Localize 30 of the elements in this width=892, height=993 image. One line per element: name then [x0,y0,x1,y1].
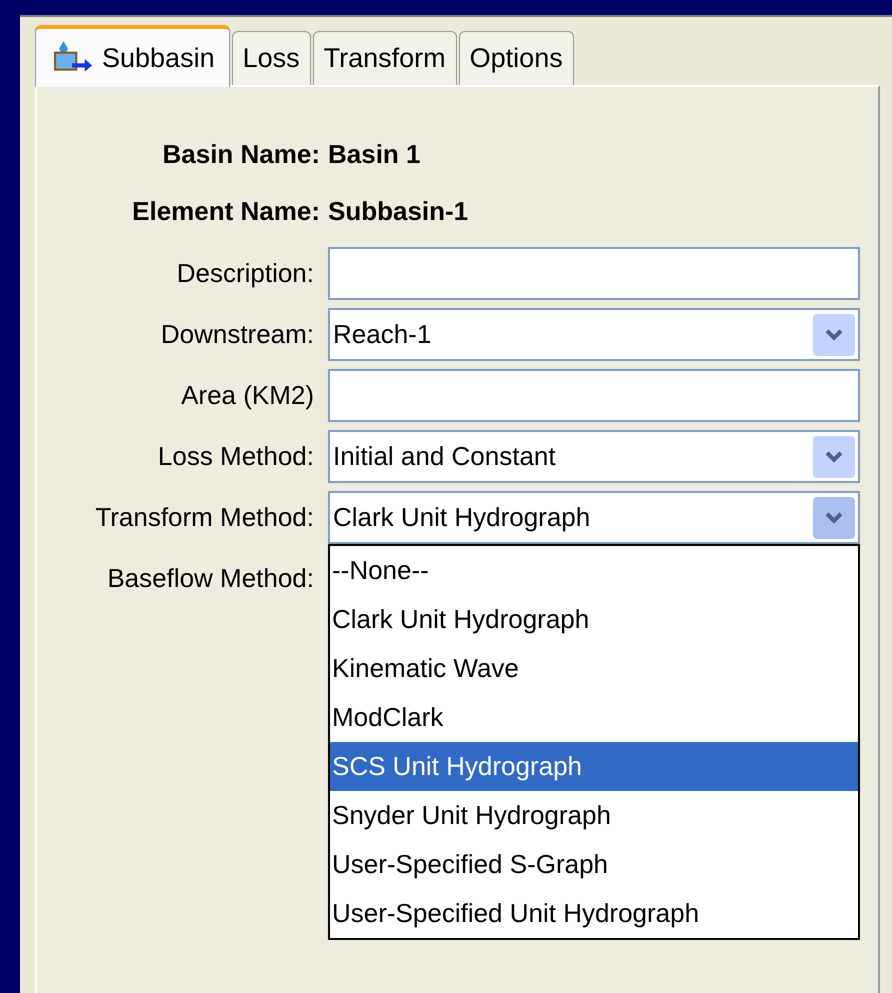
dropdown-option[interactable]: Kinematic Wave [330,644,858,693]
field-label: Downstream: [160,318,314,351]
field-label: Loss Method: [156,440,314,473]
caret-icon [813,436,855,478]
text-field[interactable] [328,247,860,300]
dropdown-option[interactable]: User-Specified S-Graph [330,840,858,889]
dropdown-option[interactable]: --None-- [330,546,858,595]
field-value: Subbasin-1 [328,195,468,228]
dropdown[interactable]: Reach-1 [328,308,860,361]
dropdown[interactable]: Initial and Constant [328,430,860,483]
field-label: Basin Name: [162,138,320,171]
field-label: Description: [176,257,314,290]
text-field[interactable] [328,369,860,422]
dropdown-option[interactable]: ModClark [330,693,858,742]
tab[interactable]: Loss [232,31,311,85]
dropdown-option[interactable]: User-Specified Unit Hydrograph [330,889,858,938]
dropdown-option[interactable]: Clark Unit Hydrograph [330,595,858,644]
tab[interactable]: Subbasin [35,25,230,87]
tab[interactable]: Transform [312,31,457,85]
dropdown-option[interactable]: Snyder Unit Hydrograph [330,791,858,840]
field-label: Baseflow Method: [106,562,314,595]
field-label: Element Name: [131,195,320,228]
tab[interactable]: Options [458,31,574,85]
field-value: Basin 1 [328,138,420,171]
dropdown[interactable]: Clark Unit Hydrograph [328,491,860,544]
caret-icon [813,496,855,538]
dropdown-option[interactable]: SCS Unit Hydrograph [330,742,858,791]
field-label: Area (KM2) [180,379,314,412]
caret-icon [813,314,855,356]
field-label: Transform Method: [94,501,314,534]
